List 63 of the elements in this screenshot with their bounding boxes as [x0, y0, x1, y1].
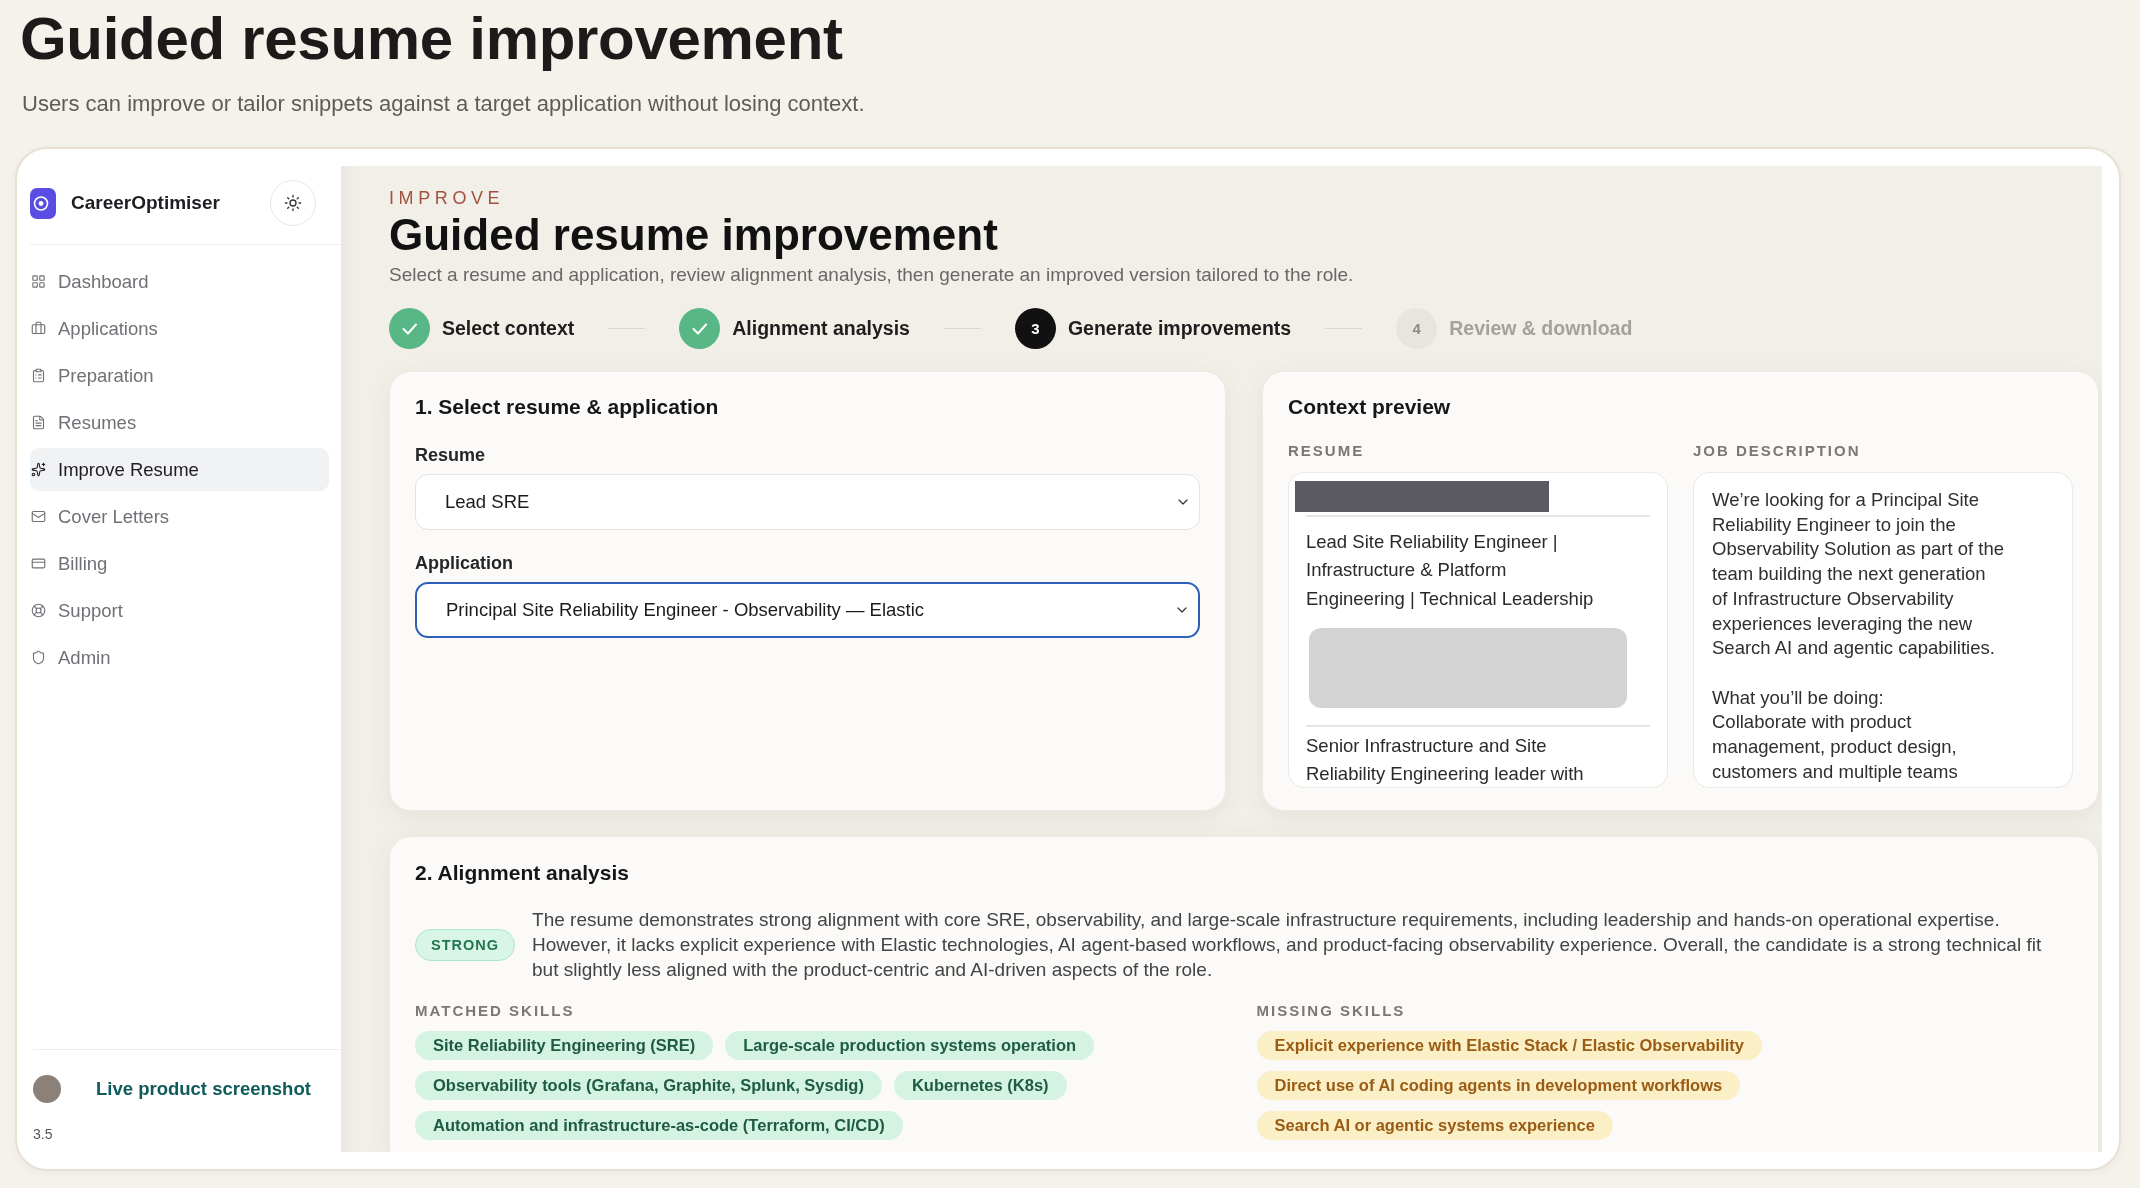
- skill-tag: Site Reliability Engineering (SRE): [415, 1031, 714, 1060]
- page-eyebrow: IMPROVE: [389, 187, 505, 209]
- nav-item[interactable]: Preparation: [30, 354, 329, 397]
- skill-tag: Explicit experience with Elastic Stack / Elastic Observability: [1256, 1031, 1763, 1060]
- credit-card-icon: [31, 556, 46, 571]
- job-description-paragraph: What you’ll be doing: Collaborate with product management, product design, customers and multiple teams: [1712, 685, 1958, 784]
- card-title: Context preview: [1288, 394, 1451, 420]
- nav-item[interactable]: Cover Letters: [30, 495, 329, 538]
- slide-title: Guided resume improvement: [20, 4, 843, 74]
- nav-item[interactable]: Improve Resume: [30, 448, 329, 491]
- skill-tag: Search AI or agentic systems experience: [1256, 1111, 1613, 1140]
- shield-icon: [31, 650, 46, 665]
- nav-item[interactable]: Resumes: [30, 401, 329, 444]
- step-number: 3: [1014, 308, 1056, 349]
- version-label: 3.5: [33, 1125, 53, 1143]
- section-label: RESUME: [1288, 442, 1365, 460]
- check-circle-icon: [679, 308, 721, 349]
- dropdown-field[interactable]: Principal Site Reliability Engineer - Observability — Elastic: [415, 582, 1200, 638]
- step-label: Review & download: [1449, 317, 1633, 340]
- page-heading: Guided resume improvement: [389, 209, 998, 261]
- document-icon: [31, 415, 46, 430]
- nav-item[interactable]: Billing: [30, 542, 329, 585]
- card-title: 2. Alignment analysis: [415, 860, 629, 886]
- section-label: MISSING SKILLS: [1256, 1002, 1406, 1020]
- brand-name: CareerOptimiser: [71, 192, 220, 214]
- resume-summary: Senior Infrastructure and Site Reliability Engineering leader with: [1306, 733, 1584, 786]
- dropdown-field[interactable]: Lead SRE: [415, 474, 1200, 530]
- grid-icon: [31, 274, 46, 289]
- nav-item[interactable]: Dashboard: [30, 260, 329, 303]
- field-label: Application: [415, 552, 513, 575]
- page-description: Select a resume and application, review alignment analysis, then generate an improved version tailored to the role.: [389, 263, 1354, 287]
- alignment-summary: The resume demonstrates strong alignment with core SRE, observability, and large-scale infrastructure requirements, including leadership and hands-on operational expertise. However, it lacks explicit experience with Elastic technologies, AI agent-based workflows, and product-facing observability experience. Overall, the candidate is a strong technical fit but slightly less aligned with the product-centric and AI-driven aspects of the role.: [532, 908, 2043, 982]
- resume-headline: Lead Site Reliability Engineer | Infrastructure & Platform Engineering | Technical Leadership: [1306, 529, 1594, 611]
- envelope-icon: [31, 509, 46, 524]
- skill-tag: Observability tools (Grafana, Graphite, Splunk, Sysdig): [415, 1071, 882, 1100]
- slide-subtitle: Users can improve or tailor snippets against a target application without losing context.: [22, 90, 865, 118]
- job-description-paragraph: We’re looking for a Principal Site Reliability Engineer to join the Observability Solution as part of the team building the next generation of Infrastructure Observability experiences leveraging the new Search AI and agentic capabilities.: [1712, 488, 2005, 661]
- nav-item[interactable]: Admin: [30, 636, 329, 679]
- step-label: Alignment analysis: [732, 317, 910, 340]
- logo-icon: [30, 187, 56, 219]
- lifebuoy-icon: [31, 603, 46, 618]
- sparkles-icon: [31, 462, 46, 477]
- section-label: JOB DESCRIPTION: [1693, 442, 1861, 460]
- skill-tag: Automation and infrastructure-as-code (Terraform, CI/CD): [415, 1111, 903, 1140]
- skill-tag: Large-scale production systems operation: [725, 1031, 1095, 1060]
- rating-badge: STRONG: [415, 928, 516, 961]
- skill-tag: Kubernetes (K8s): [893, 1071, 1067, 1100]
- caption-label: Live product screenshot: [96, 1077, 311, 1100]
- step-number: 4: [1396, 308, 1438, 349]
- nav-item[interactable]: Support: [30, 589, 329, 632]
- sun-icon: [284, 194, 302, 212]
- check-circle-icon: [389, 308, 430, 349]
- step-label: Generate improvements: [1067, 317, 1292, 340]
- user-avatar: [33, 1074, 61, 1103]
- card-title: 1. Select resume & application: [415, 394, 719, 420]
- briefcase-icon: [31, 321, 46, 336]
- step-label: Select context: [442, 317, 575, 340]
- section-label: MATCHED SKILLS: [415, 1002, 575, 1020]
- clipboard-icon: [31, 368, 46, 383]
- theme-toggle-button[interactable]: [270, 180, 316, 226]
- field-label: Resume: [415, 444, 486, 467]
- nav-item[interactable]: Applications: [30, 307, 329, 350]
- skill-tag: Direct use of AI coding agents in development workflows: [1256, 1071, 1741, 1100]
